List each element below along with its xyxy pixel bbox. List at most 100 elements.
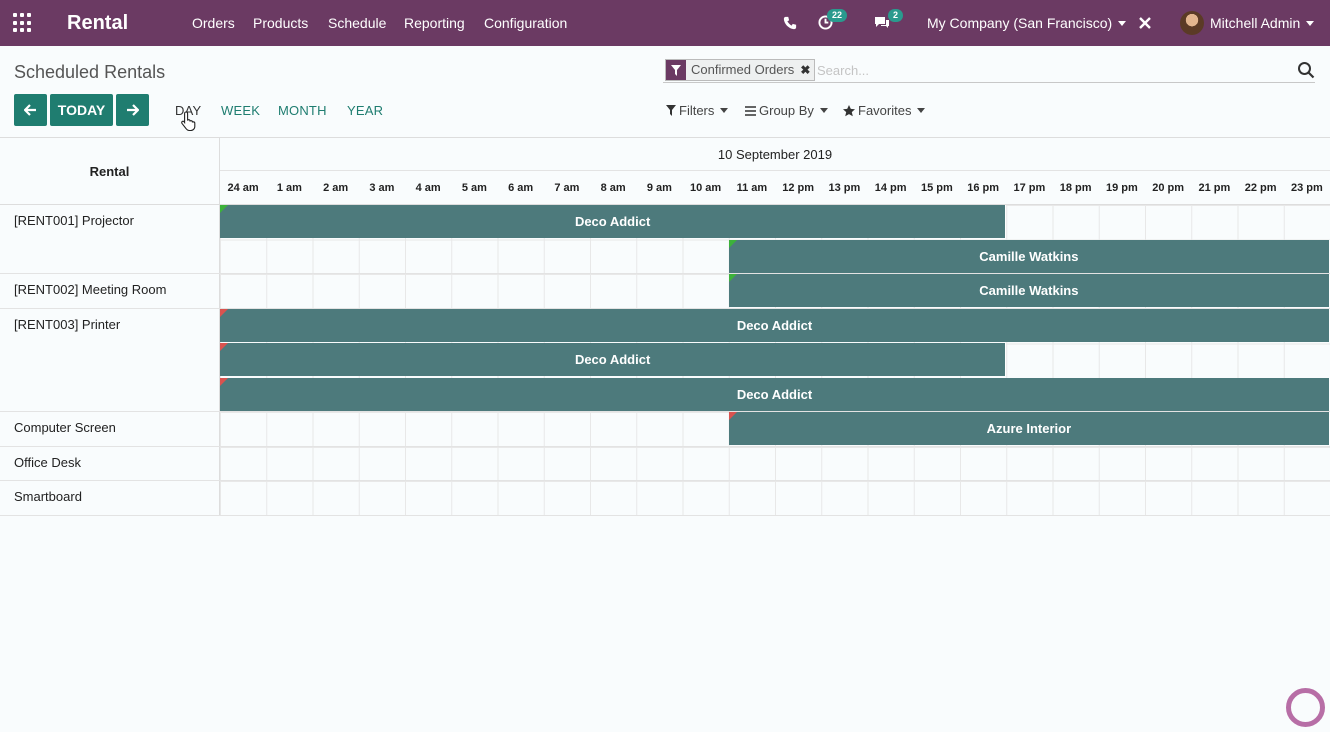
filters-dropdown[interactable]: Filters xyxy=(666,103,729,118)
search-icon[interactable] xyxy=(1297,61,1315,79)
scale-month-button[interactable]: MONTH xyxy=(278,103,327,118)
hour-label: 16 pm xyxy=(967,182,1000,194)
next-button[interactable] xyxy=(116,94,149,126)
apps-menu-button[interactable] xyxy=(13,0,33,46)
gantt-pill-label: Deco Addict xyxy=(736,386,813,402)
avatar xyxy=(1180,11,1204,35)
page-title: Scheduled Rentals xyxy=(14,62,166,82)
company-name: My Company (San Francisco) xyxy=(927,15,1113,31)
chevron-down-icon xyxy=(819,108,828,113)
gantt-row-label[interactable]: [RENT003] Printer xyxy=(0,308,220,411)
arrow-left-icon xyxy=(24,104,36,116)
hour-label: 21 pm xyxy=(1198,182,1231,194)
hour-label: 9 am xyxy=(646,182,672,194)
filter-icon xyxy=(666,60,686,80)
gantt-row-label[interactable]: Smartboard xyxy=(0,481,220,515)
gantt-pill[interactable]: Deco Addict xyxy=(220,308,1330,342)
date-header: 10 September 2019 xyxy=(220,138,1330,171)
top-navbar: Rental Orders Products Schedule Reportin… xyxy=(0,0,1330,46)
gantt-pill[interactable]: Camille Watkins xyxy=(728,239,1330,273)
arrow-right-icon xyxy=(127,104,139,116)
previous-button[interactable] xyxy=(14,94,47,126)
menu-products[interactable]: Products xyxy=(253,0,308,46)
hour-label: 19 pm xyxy=(1105,182,1138,194)
search-bar: Confirmed Orders ✖ xyxy=(663,58,1315,83)
hour-label: 6 am xyxy=(508,182,534,194)
chevron-down-icon xyxy=(917,108,926,113)
hour-label: 11 am xyxy=(736,182,768,194)
facet-label: Confirmed Orders xyxy=(691,62,795,77)
hour-label: 24 am xyxy=(227,182,259,194)
hour-label: 14 pm xyxy=(874,182,907,194)
activities-button[interactable]: 22 xyxy=(818,0,854,46)
hour-label: 1 am xyxy=(276,182,302,194)
gantt-row-label[interactable]: [RENT002] Meeting Room xyxy=(0,274,220,308)
filters-label: Filters xyxy=(679,103,715,118)
app-name[interactable]: Rental xyxy=(67,0,128,46)
status-corner-icon xyxy=(220,308,228,317)
debug-tools-button[interactable] xyxy=(1138,0,1152,46)
menu-orders[interactable]: Orders xyxy=(192,0,235,46)
gantt-row-label[interactable]: [RENT001] Projector xyxy=(0,205,220,273)
status-corner-icon xyxy=(728,239,737,248)
chevron-down-icon xyxy=(1306,20,1315,26)
gantt-row-label[interactable]: Office Desk xyxy=(0,446,220,480)
hour-label: 2 am xyxy=(323,182,349,194)
hour-label: 12 pm xyxy=(782,182,815,194)
search-input[interactable] xyxy=(817,60,1277,80)
hour-label: 7 am xyxy=(554,182,580,194)
hour-label: 17 pm xyxy=(1013,182,1046,194)
search-facet: Confirmed Orders ✖ xyxy=(665,59,816,81)
message-count-badge: 2 xyxy=(888,9,904,22)
gantt-row-cells[interactable] xyxy=(220,446,1330,480)
hour-label: 18 pm xyxy=(1059,182,1092,194)
gantt-row: Office Desk xyxy=(0,446,1330,481)
hour-label: 15 pm xyxy=(920,182,953,194)
scale-year-button[interactable]: YEAR xyxy=(347,103,383,118)
assistant-ring-icon[interactable] xyxy=(1286,688,1325,727)
scale-week-button[interactable]: WEEK xyxy=(221,103,260,118)
user-name: Mitchell Admin xyxy=(1210,15,1301,31)
gantt-pill[interactable]: Azure Interior xyxy=(728,412,1330,445)
facet-remove-icon[interactable]: ✖ xyxy=(800,60,814,80)
hour-label: 8 am xyxy=(600,182,626,194)
today-button[interactable]: TODAY xyxy=(50,94,113,126)
gantt-pill[interactable]: Deco Addict xyxy=(220,343,1007,376)
chevron-down-icon xyxy=(1118,20,1127,26)
menu-reporting[interactable]: Reporting xyxy=(404,0,465,46)
favorites-label: Favorites xyxy=(858,103,912,118)
hour-label: 22 pm xyxy=(1244,182,1277,194)
gantt-pill[interactable]: Deco Addict xyxy=(220,377,1330,411)
star-icon xyxy=(843,104,855,116)
status-corner-icon xyxy=(728,274,737,282)
gantt-header: Rental 10 September 2019 24 am 1 am 2 am 3 … xyxy=(0,137,1330,205)
menu-configuration[interactable]: Configuration xyxy=(484,0,567,46)
close-icon xyxy=(1139,17,1151,29)
hours-header: 24 am 1 am 2 am 3 am 4 am 5 am 6 am 7 am 8 am 9 a… xyxy=(220,171,1330,205)
favorites-dropdown[interactable]: Favorites xyxy=(843,103,926,118)
messages-button[interactable]: 2 xyxy=(874,0,906,46)
hour-label: 5 am xyxy=(461,182,487,194)
gantt-row-cells[interactable] xyxy=(220,481,1330,515)
list-icon xyxy=(745,105,756,116)
gantt-pill-label: Camille Watkins xyxy=(979,283,1079,298)
status-corner-icon xyxy=(220,377,228,386)
gantt-pill[interactable]: Camille Watkins xyxy=(728,274,1330,307)
gantt-pill[interactable]: Deco Addict xyxy=(220,205,1007,238)
gantt-pill-label: Camille Watkins xyxy=(979,248,1079,264)
user-menu[interactable]: Mitchell Admin xyxy=(1180,0,1315,46)
gantt-row: Smartboard xyxy=(0,481,1330,516)
gantt-pill-label: Deco Addict xyxy=(574,352,651,367)
gantt-row-label[interactable]: Computer Screen xyxy=(0,412,220,446)
groupby-dropdown[interactable]: Group By xyxy=(745,103,828,118)
rental-column-header: Rental xyxy=(0,138,220,205)
status-corner-icon xyxy=(220,343,228,351)
groupby-label: Group By xyxy=(759,103,814,118)
company-switcher[interactable]: My Company (San Francisco) xyxy=(927,0,1127,46)
apps-grid-icon xyxy=(13,13,33,33)
hour-label: 4 am xyxy=(415,182,441,194)
hour-label: 23 pm xyxy=(1290,182,1323,194)
phone-button[interactable] xyxy=(783,0,797,46)
menu-schedule[interactable]: Schedule xyxy=(328,0,386,46)
phone-icon xyxy=(783,16,797,30)
